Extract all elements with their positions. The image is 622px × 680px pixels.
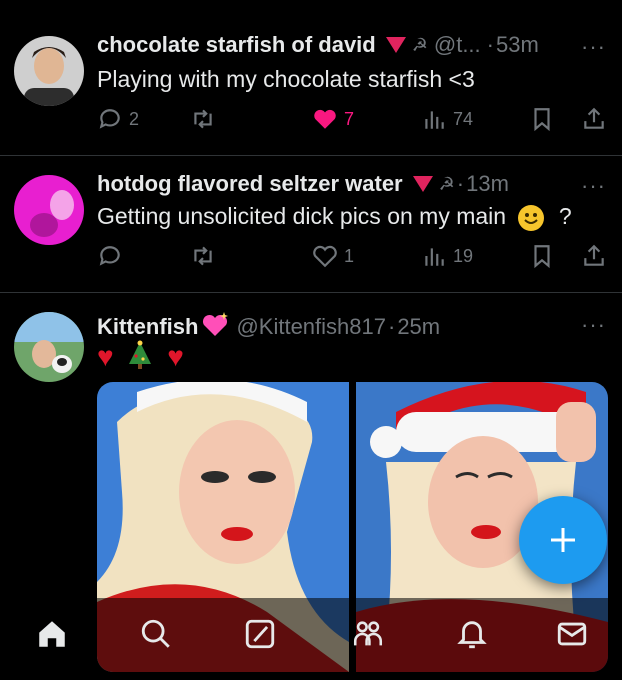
timestamp[interactable]: 53m <box>496 32 539 58</box>
action-bar: 2 7 74 <box>97 106 612 136</box>
nav-grok[interactable] <box>232 612 288 656</box>
heart-emoji-icon: ♥ <box>167 340 184 372</box>
action-bar: 1 19 <box>97 243 612 273</box>
post-1[interactable]: chocolate starfish of david ☭ @t... · 53… <box>0 0 622 156</box>
author-handle[interactable]: @Kittenfish817 <box>236 314 386 340</box>
more-options-icon[interactable]: ··· <box>581 312 606 338</box>
communities-icon <box>353 621 383 646</box>
post-header: chocolate starfish of david ☭ @t... · 53… <box>97 32 602 58</box>
share-button[interactable] <box>581 243 607 269</box>
nav-messages[interactable] <box>544 612 600 656</box>
search-icon <box>141 619 170 648</box>
speech-bubble-icon <box>99 246 120 266</box>
author-handle[interactable]: @t... <box>434 32 481 58</box>
nav-communities[interactable] <box>340 612 396 656</box>
timestamp[interactable]: 25m <box>397 314 440 340</box>
share-icon <box>584 107 604 129</box>
flag-icon <box>385 37 406 53</box>
home-icon <box>39 621 65 647</box>
flag-icon <box>412 176 433 192</box>
post-text: Getting unsolicited dick pics on my main <box>97 203 507 229</box>
author-name[interactable]: Kittenfish <box>97 314 198 340</box>
bell-icon <box>457 621 487 649</box>
bookmark-button[interactable] <box>529 106 555 132</box>
more-options-icon[interactable]: ··· <box>581 34 606 60</box>
post-emoji-line: ♥ ♥ <box>97 340 184 377</box>
nav-notifications[interactable] <box>444 612 500 656</box>
like-button[interactable]: 7 <box>312 106 354 132</box>
heart-icon <box>314 109 336 129</box>
post-2[interactable]: hotdog flavored seltzer water ☭ · 13m ··… <box>0 155 622 293</box>
like-count: 7 <box>344 108 355 129</box>
mail-icon <box>557 622 587 646</box>
repost-icon <box>194 109 212 129</box>
bar-chart-icon <box>425 248 444 266</box>
hammer-sickle-icon: ☭ <box>411 34 428 55</box>
sparkle-heart-icon <box>200 310 230 344</box>
grok-icon <box>245 619 275 649</box>
share-button[interactable] <box>581 106 607 132</box>
separator: · <box>486 32 494 57</box>
avatar[interactable] <box>14 36 84 106</box>
timestamp[interactable]: 13m <box>466 171 509 197</box>
like-count: 1 <box>344 245 355 266</box>
post-header: Kittenfish @Kittenfish817 · 25m <box>97 310 602 344</box>
bottom-nav <box>0 598 622 680</box>
reply-button[interactable] <box>97 243 129 269</box>
post-text-suffix: ? <box>558 203 572 229</box>
separator: · <box>387 314 396 339</box>
avatar[interactable] <box>14 175 84 245</box>
share-icon <box>584 244 604 266</box>
author-name[interactable]: hotdog flavored seltzer water <box>97 171 403 197</box>
compose-button[interactable] <box>519 496 607 584</box>
repost-icon <box>194 246 212 266</box>
post-text-line: Getting unsolicited dick pics on my main… <box>97 203 572 231</box>
bookmark-icon <box>534 108 550 132</box>
reply-button[interactable]: 2 <box>97 106 139 132</box>
heart-emoji-icon: ♥ <box>97 340 114 372</box>
bookmark-button[interactable] <box>529 243 555 269</box>
bar-chart-icon <box>425 111 444 129</box>
author-name[interactable]: chocolate starfish of david <box>97 32 376 58</box>
like-button[interactable]: 1 <box>312 243 354 269</box>
post-header: hotdog flavored seltzer water ☭ · 13m <box>97 171 602 197</box>
repost-button[interactable] <box>190 243 222 269</box>
nav-home[interactable] <box>24 612 80 656</box>
speech-bubble-icon <box>99 109 120 129</box>
nav-search[interactable] <box>128 612 184 656</box>
post-text: Playing with my chocolate starfish <3 <box>97 66 475 92</box>
bookmark-icon <box>534 245 550 269</box>
reply-count: 2 <box>129 108 140 129</box>
views-button[interactable]: 19 <box>421 243 473 269</box>
plus-icon <box>551 528 575 552</box>
view-count: 74 <box>453 108 474 129</box>
smile-emoji-icon <box>518 204 545 231</box>
heart-icon <box>313 245 337 268</box>
avatar[interactable] <box>14 312 84 382</box>
more-options-icon[interactable]: ··· <box>581 173 606 199</box>
repost-button[interactable] <box>190 106 222 132</box>
hammer-sickle-icon: ☭ <box>438 173 455 194</box>
views-button[interactable]: 74 <box>421 106 473 132</box>
christmas-tree-emoji-icon <box>127 340 153 377</box>
view-count: 19 <box>453 245 474 266</box>
separator: · <box>456 171 465 196</box>
